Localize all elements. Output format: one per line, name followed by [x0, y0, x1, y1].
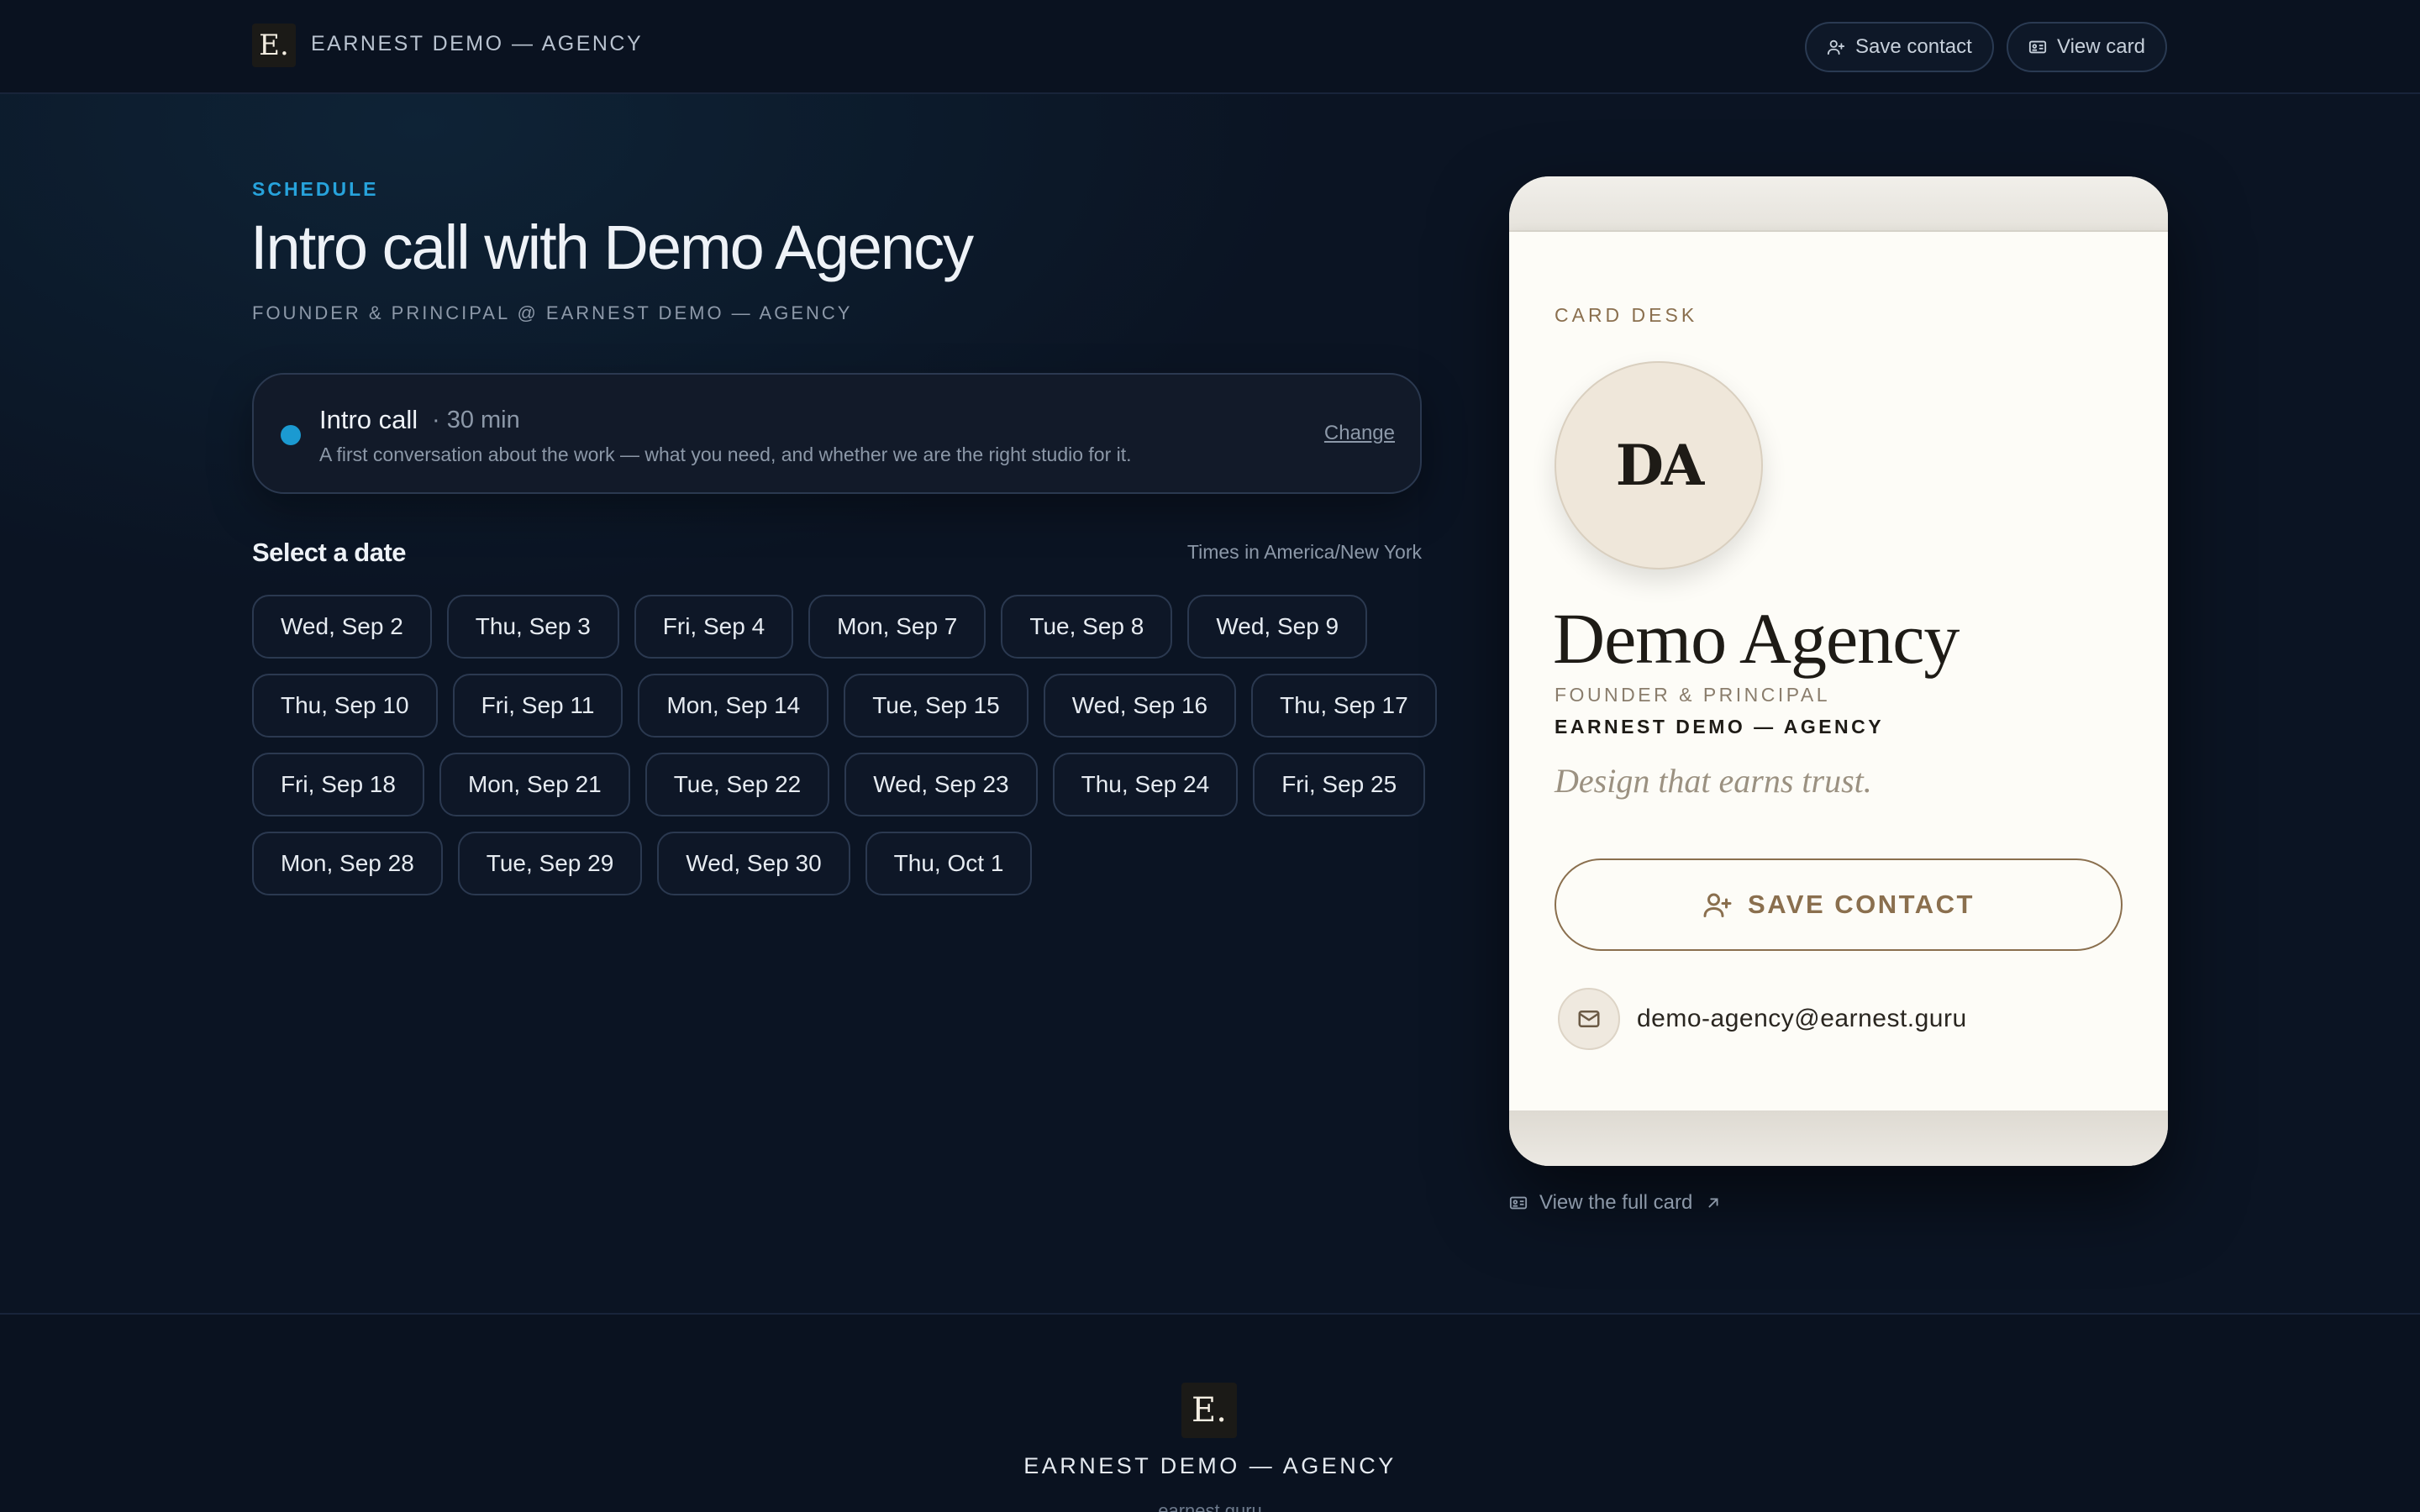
date-option[interactable]: Fri, Sep 18 [252, 753, 424, 816]
date-option[interactable]: Wed, Sep 16 [1043, 674, 1237, 738]
id-card-icon [1509, 1196, 1528, 1210]
page-subtitle: FOUNDER & PRINCIPAL @ EARNEST DEMO — AGE… [252, 302, 853, 323]
date-option[interactable]: Wed, Sep 9 [1187, 595, 1368, 659]
id-card-icon [2028, 40, 2047, 54]
business-card: CARD DESK DA Demo Agency FOUNDER & PRINC… [1509, 232, 2168, 1110]
date-option[interactable]: Wed, Sep 23 [844, 753, 1038, 816]
header-view-card-button[interactable]: View card [2007, 22, 2167, 72]
date-option[interactable]: Wed, Sep 30 [657, 832, 850, 895]
date-option[interactable]: Fri, Sep 4 [634, 595, 794, 659]
date-option[interactable]: Wed, Sep 2 [252, 595, 432, 659]
card-role: FOUNDER & PRINCIPAL [1555, 684, 1831, 706]
external-arrow-icon [1708, 1198, 1718, 1208]
date-option[interactable]: Fri, Sep 25 [1253, 753, 1426, 816]
date-option[interactable]: Thu, Sep 17 [1251, 674, 1437, 738]
change-event-link[interactable]: Change [1324, 422, 1395, 445]
date-option[interactable]: Thu, Oct 1 [865, 832, 1033, 895]
date-option[interactable]: Tue, Sep 22 [644, 753, 830, 816]
event-description: A first conversation about the work — wh… [319, 444, 1132, 465]
date-option[interactable]: Mon, Sep 28 [252, 832, 443, 895]
date-option[interactable]: Mon, Sep 21 [439, 753, 630, 816]
card-preview-top-edge [1509, 176, 2168, 232]
card-save-contact-button[interactable]: SAVE CONTACT [1555, 858, 2123, 951]
user-plus-icon [1703, 893, 1732, 917]
timezone-note: Times in America/New York [1186, 541, 1422, 563]
mail-icon[interactable] [1558, 988, 1620, 1050]
date-option[interactable]: Fri, Sep 11 [452, 674, 623, 738]
top-bar: E. EARNEST DEMO — AGENCY Save contact Vi… [0, 0, 2420, 94]
card-preview: CARD DESK DA Demo Agency FOUNDER & PRINC… [1509, 176, 2168, 1166]
card-name: Demo Agency [1553, 598, 1960, 679]
user-plus-icon [1827, 39, 1845, 55]
date-option[interactable]: Tue, Sep 8 [1001, 595, 1173, 659]
save-contact-label: Save contact [1855, 35, 1972, 58]
date-option[interactable]: Mon, Sep 7 [808, 595, 986, 659]
section-eyebrow: SCHEDULE [252, 178, 379, 200]
avatar: DA [1555, 361, 1763, 570]
card-company: EARNEST DEMO — AGENCY [1555, 716, 1885, 738]
view-card-label: View card [2057, 35, 2145, 58]
event-duration: · 30 min [432, 407, 520, 433]
card-email-link[interactable]: demo-agency@earnest.guru [1637, 1005, 1967, 1033]
event-type-card: Intro call · 30 min A first conversation… [252, 373, 1422, 494]
date-option[interactable]: Thu, Sep 24 [1052, 753, 1239, 816]
date-grid: Wed, Sep 2 Thu, Sep 3 Fri, Sep 4 Mon, Sep 7… [252, 595, 1445, 895]
card-preview-bottom-edge [1509, 1110, 2168, 1166]
view-full-card-label: View the full card [1539, 1191, 1693, 1214]
card-save-label: SAVE CONTACT [1748, 890, 1975, 919]
footer-domain-link[interactable]: earnest.guru [0, 1500, 2420, 1512]
footer-logo[interactable]: E. [1181, 1383, 1237, 1438]
event-name: Intro call [319, 405, 418, 434]
view-full-card-link[interactable]: View the full card [1509, 1191, 1723, 1215]
date-option[interactable]: Tue, Sep 15 [844, 674, 1028, 738]
header-save-contact-button[interactable]: Save contact [1805, 22, 1994, 72]
date-option[interactable]: Thu, Sep 10 [252, 674, 438, 738]
page-title: Intro call with Demo Agency [250, 213, 974, 282]
brand-logo[interactable]: E. [252, 24, 296, 67]
date-option[interactable]: Tue, Sep 29 [457, 832, 643, 895]
event-color-dot [281, 425, 301, 445]
select-date-heading: Select a date [252, 538, 407, 567]
brand-name: EARNEST DEMO — AGENCY [311, 32, 644, 55]
date-option[interactable]: Mon, Sep 14 [638, 674, 829, 738]
card-eyebrow: CARD DESK [1555, 304, 1698, 326]
footer-brand: EARNEST DEMO — AGENCY [1023, 1453, 1397, 1478]
card-tagline: Design that earns trust. [1555, 762, 1872, 800]
date-option[interactable]: Thu, Sep 3 [446, 595, 619, 659]
